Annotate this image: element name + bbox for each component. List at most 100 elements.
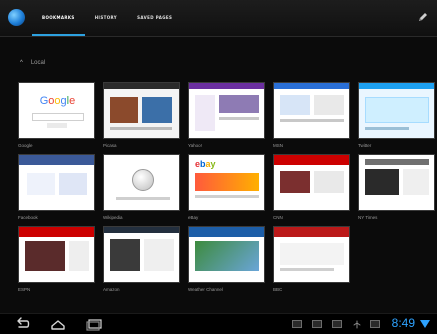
promo-banner (195, 173, 259, 191)
browser-top-bar: BOOKMARKS HISTORY SAVED PAGES (0, 0, 437, 37)
tab-bookmarks[interactable]: BOOKMARKS (32, 0, 85, 36)
search-button (47, 123, 67, 128)
text-line (365, 127, 409, 130)
text-line (280, 268, 334, 271)
bookmark-title: Wikipedia (103, 215, 123, 220)
site-header-bar (19, 155, 94, 165)
bookmark-thumbnail[interactable] (103, 82, 180, 139)
bookmark-tile[interactable]: ESPN (18, 226, 95, 292)
bookmark-thumbnail[interactable] (273, 82, 350, 139)
news-image (25, 241, 65, 271)
home-icon[interactable] (48, 317, 68, 331)
site-header-bar (274, 155, 349, 165)
bookmark-thumbnail[interactable] (18, 226, 95, 283)
bookmark-thumbnail[interactable] (358, 154, 435, 211)
bookmark-tile[interactable]: NY Times (358, 154, 435, 220)
bookmark-thumbnail[interactable]: ebay (188, 154, 265, 211)
status-clock: 8:49 (391, 316, 415, 330)
content-block (59, 173, 87, 195)
text-line (116, 197, 170, 200)
bookmark-thumbnail[interactable] (273, 226, 350, 283)
weather-map (195, 241, 259, 271)
tab-history[interactable]: HISTORY (85, 0, 127, 36)
bookmark-tile[interactable]: Amazon (103, 226, 180, 292)
system-navigation-bar: 8:49 (0, 313, 437, 334)
bookmark-title: NY Times (358, 215, 378, 220)
site-header-bar (189, 227, 264, 237)
product-block (144, 239, 174, 271)
bookmark-thumbnail[interactable]: Google (18, 82, 95, 139)
bookmark-tile[interactable]: ebay eBay (188, 154, 265, 220)
caret-up-icon: ^ (20, 60, 23, 66)
bookmark-tile[interactable]: BBC (273, 226, 350, 292)
bookmark-thumbnail[interactable] (273, 154, 350, 211)
edit-pencil-icon[interactable] (417, 11, 429, 23)
news-block (69, 241, 89, 271)
google-logo: Google (39, 95, 76, 107)
bookmark-tile[interactable]: Facebook (18, 154, 95, 220)
site-header-bar (104, 227, 179, 233)
news-block (314, 171, 344, 193)
site-header-bar (274, 83, 349, 89)
bookmark-title: ESPN (18, 287, 31, 292)
bookmark-title: CNN (273, 215, 283, 220)
bookmark-title: Yahoo! (188, 143, 202, 148)
bookmark-tile[interactable]: Weather Channel (188, 226, 265, 292)
search-box (32, 113, 84, 121)
text-line (219, 117, 259, 120)
bookmark-thumbnail[interactable] (103, 226, 180, 283)
text-line (280, 119, 344, 122)
notification-icon[interactable] (370, 320, 380, 328)
bookmark-title: Google (18, 143, 33, 148)
timeline-block (365, 97, 429, 123)
globe-icon (8, 9, 25, 26)
ebay-logo: ebay (195, 159, 216, 169)
wifi-signal-icon (420, 320, 430, 328)
bookmark-thumbnail[interactable] (103, 154, 180, 211)
news-image (280, 171, 310, 193)
bookmark-title: BBC (273, 287, 283, 292)
bookmark-tile[interactable]: CNN (273, 154, 350, 220)
site-header-bar (104, 83, 179, 89)
bookmark-title: Twitter (358, 143, 372, 148)
usb-icon (353, 320, 361, 329)
bookmark-title: MSN (273, 143, 283, 148)
notification-icon[interactable] (332, 320, 342, 328)
bookmark-tile[interactable]: MSN (273, 82, 350, 148)
site-header-bar (274, 227, 349, 237)
bookmark-title: Facebook (18, 215, 38, 220)
bookmark-thumbnail[interactable] (188, 226, 265, 283)
bookmark-tile[interactable]: Yahoo! (188, 82, 265, 148)
content-block (280, 95, 310, 115)
notification-icon[interactable] (292, 320, 302, 328)
masthead (365, 159, 429, 165)
product-image (110, 239, 140, 271)
section-title: Local (30, 60, 46, 66)
bookmark-tile[interactable]: Picasa (103, 82, 180, 148)
text-line (110, 127, 172, 130)
bookmark-thumbnail[interactable] (188, 82, 265, 139)
bookmark-tile[interactable]: Twitter (358, 82, 435, 148)
notification-icon[interactable] (312, 320, 322, 328)
section-header-local[interactable]: ^ Local (20, 60, 45, 66)
feature-image (219, 95, 259, 113)
bookmark-tile[interactable]: Wikipedia (103, 154, 180, 220)
bookmark-thumbnail[interactable] (18, 154, 95, 211)
text-line (195, 195, 259, 198)
tab-saved-pages[interactable]: SAVED PAGES (127, 0, 182, 36)
bookmark-tile[interactable]: Google Google (18, 82, 95, 148)
photo-thumb (110, 97, 138, 123)
content-block (27, 173, 55, 195)
wikipedia-globe (132, 169, 154, 191)
recent-apps-icon[interactable] (84, 317, 104, 331)
site-header-bar (359, 83, 434, 89)
bookmark-title: eBay (188, 215, 199, 220)
bookmark-title: Weather Channel (188, 287, 223, 292)
news-block (280, 243, 344, 265)
photo-thumb (142, 97, 172, 123)
news-block (403, 169, 429, 195)
news-image (365, 169, 399, 195)
back-icon[interactable] (12, 317, 32, 331)
site-header-bar (19, 227, 94, 237)
bookmark-thumbnail[interactable] (358, 82, 435, 139)
